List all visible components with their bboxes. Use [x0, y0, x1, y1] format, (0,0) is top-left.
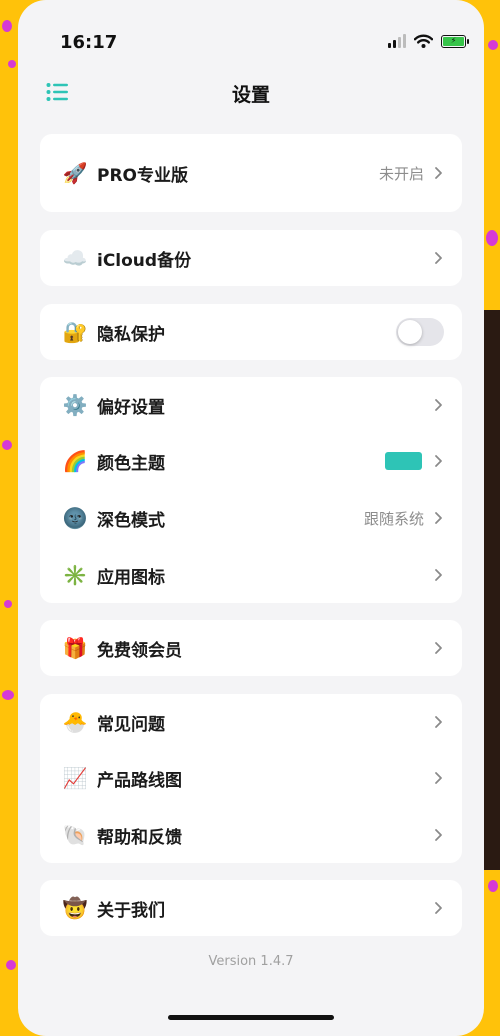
cowboy-hat-face-icon: 🤠	[62, 896, 88, 920]
pro-status-value: 未开启	[378, 164, 424, 183]
cloud-icon: ☁️	[62, 246, 88, 270]
preferences-card: ⚙️ 偏好设置 🌈 颜色主题 🌚 深色模式 跟随系统 ✳️ 应用图标	[40, 377, 462, 603]
chevron-right-icon	[435, 399, 442, 411]
pro-card: 🚀 PRO专业版 未开启	[40, 134, 462, 212]
rainbow-icon: 🌈	[62, 449, 88, 473]
eight-spoked-asterisk-icon: ✳️	[62, 563, 88, 587]
app-icon-label: 应用图标	[97, 567, 165, 588]
status-time: 16:17	[60, 32, 118, 53]
spiral-shell-icon: 🐚	[62, 823, 88, 847]
rocket-icon: 🚀	[62, 161, 88, 185]
status-bar: 16:17 ⚡	[18, 0, 484, 56]
status-icons: ⚡	[388, 34, 469, 48]
help-feedback-row[interactable]: 🐚 帮助和反馈	[40, 807, 462, 863]
page-title: 设置	[231, 84, 270, 106]
membership-card: 🎁 免费领会员	[40, 620, 462, 676]
icloud-label: iCloud备份	[97, 250, 192, 271]
home-indicator	[168, 1015, 334, 1020]
toggle-knob	[398, 320, 422, 344]
chevron-right-icon	[435, 252, 442, 264]
chevron-right-icon	[435, 772, 442, 784]
privacy-toggle[interactable]	[396, 318, 444, 346]
color-theme-label: 颜色主题	[97, 453, 165, 474]
support-card: 🐣 常见问题 📈 产品路线图 🐚 帮助和反馈	[40, 694, 462, 863]
dark-mode-label: 深色模式	[97, 510, 165, 531]
dark-mode-value: 跟随系统	[363, 509, 424, 528]
chevron-right-icon	[435, 716, 442, 728]
preferences-label: 偏好设置	[97, 397, 165, 418]
app-icon-row[interactable]: ✳️ 应用图标	[40, 547, 462, 603]
chart-increasing-icon: 📈	[62, 766, 88, 790]
privacy-label: 隐私保护	[97, 324, 165, 345]
preferences-row[interactable]: ⚙️ 偏好设置	[40, 377, 462, 433]
new-moon-face-icon: 🌚	[62, 506, 88, 530]
roadmap-label: 产品路线图	[97, 770, 182, 791]
about-card: 🤠 关于我们	[40, 880, 462, 936]
lock-with-key-icon: 🔐	[62, 320, 88, 344]
faq-row[interactable]: 🐣 常见问题	[40, 694, 462, 750]
icloud-backup-row[interactable]: ☁️ iCloud备份	[40, 230, 462, 286]
about-us-row[interactable]: 🤠 关于我们	[40, 880, 462, 936]
privacy-card: 🔐 隐私保护	[40, 304, 462, 360]
signal-icon	[388, 34, 406, 48]
nav-bar: 设置	[18, 70, 484, 114]
chevron-right-icon	[435, 829, 442, 841]
hatching-chick-icon: 🐣	[62, 710, 88, 734]
chevron-right-icon	[435, 512, 442, 524]
free-membership-label: 免费领会员	[97, 640, 182, 661]
chevron-right-icon	[435, 642, 442, 654]
help-feedback-label: 帮助和反馈	[97, 827, 182, 848]
wifi-icon	[414, 34, 433, 48]
faq-label: 常见问题	[97, 714, 165, 735]
icloud-card: ☁️ iCloud备份	[40, 230, 462, 286]
pro-label: PRO专业版	[97, 165, 189, 186]
privacy-row: 🔐 隐私保护	[40, 304, 462, 360]
gift-icon: 🎁	[62, 636, 88, 660]
color-theme-row[interactable]: 🌈 颜色主题	[40, 433, 462, 489]
chevron-right-icon	[435, 902, 442, 914]
version-text: Version 1.4.7	[208, 954, 294, 969]
roadmap-row[interactable]: 📈 产品路线图	[40, 750, 462, 806]
gear-icon: ⚙️	[62, 393, 88, 417]
pro-row[interactable]: 🚀 PRO专业版 未开启	[40, 134, 462, 212]
chevron-right-icon	[435, 569, 442, 581]
chevron-right-icon	[435, 167, 442, 179]
free-membership-row[interactable]: 🎁 免费领会员	[40, 620, 462, 676]
phone-screen: 16:17 ⚡ 设置 🚀 PRO专业版 未开启 ☁️ iCloud备份 🔐 隐私…	[18, 0, 484, 1036]
about-us-label: 关于我们	[97, 900, 165, 921]
chevron-right-icon	[435, 455, 442, 467]
theme-color-swatch	[385, 452, 422, 470]
dark-mode-row[interactable]: 🌚 深色模式 跟随系统	[40, 490, 462, 546]
battery-charging-icon: ⚡	[441, 34, 469, 48]
